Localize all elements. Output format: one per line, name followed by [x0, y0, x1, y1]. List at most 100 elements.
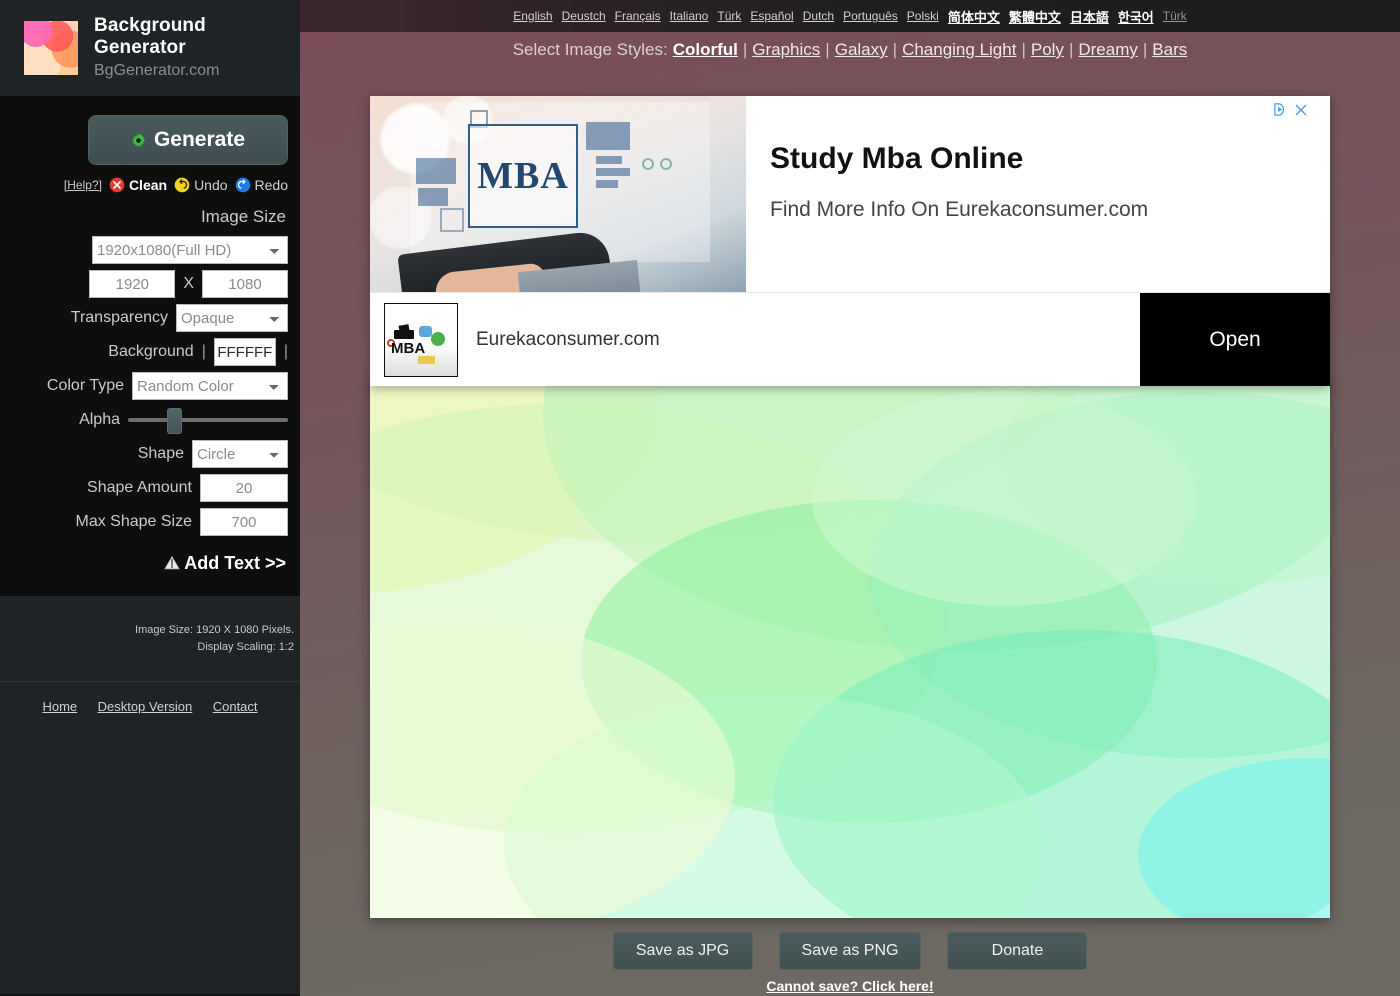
style-separator: |: [825, 40, 830, 59]
transparency-label: Transparency: [70, 309, 168, 326]
ad-headline: Study Mba Online: [770, 142, 1024, 175]
style-link-bars[interactable]: Bars: [1152, 40, 1187, 59]
style-link-changing-light[interactable]: Changing Light: [902, 40, 1016, 59]
language-link-2[interactable]: Français: [615, 9, 661, 23]
width-input[interactable]: [89, 270, 176, 298]
undo-arrow-icon: [174, 177, 190, 193]
style-separator: |: [1068, 40, 1074, 59]
controls-panel: Generate [Help?] Clean Undo Redo Image S…: [0, 96, 300, 596]
image-styles-bar: Select Image Styles: Colorful | Graphics | G…: [300, 32, 1400, 68]
ad-top-section: MBA Study Mba Online Find More Info On E…: [370, 96, 1330, 292]
redo-arrow-icon: [235, 177, 250, 193]
clean-button[interactable]: Clean: [109, 177, 167, 193]
brand-header: Background Generator BgGenerator.com: [0, 0, 300, 96]
language-link-3[interactable]: Italiano: [670, 9, 709, 23]
sidebar-filler: [0, 734, 300, 994]
ad-creative-image: MBA: [370, 96, 746, 292]
ad-advertiser: MBA Eurekaconsumer.com: [370, 293, 1140, 386]
brand-subtitle: BgGenerator.com: [94, 62, 220, 80]
language-link-12[interactable]: 한국어: [1118, 7, 1154, 26]
language-switcher: English Deustch Français Italiano Türk Españo…: [300, 0, 1400, 32]
height-input[interactable]: [202, 270, 288, 298]
language-link-9[interactable]: 简体中文: [948, 7, 1000, 26]
language-link-7[interactable]: Português: [843, 9, 898, 23]
page-title: Background Generator: [94, 15, 206, 59]
generate-button[interactable]: Generate: [88, 115, 288, 165]
language-link-0[interactable]: English: [513, 9, 552, 23]
generated-image-canvas[interactable]: [370, 378, 1330, 918]
color-type-select[interactable]: Random Color: [132, 372, 288, 400]
style-link-graphics[interactable]: Graphics: [752, 40, 820, 59]
ad-open-button[interactable]: Open: [1140, 293, 1330, 386]
donate-button[interactable]: Donate: [947, 932, 1088, 970]
save-buttons-bar: Save as JPG Save as PNG Donate: [300, 932, 1400, 970]
style-link-galaxy[interactable]: Galaxy: [835, 40, 888, 59]
cannot-save-link[interactable]: Cannot save? Click here!: [766, 978, 933, 994]
image-info-size: Image Size: 1920 X 1080 Pixels.: [135, 624, 294, 636]
footer-link-contact[interactable]: Contact: [213, 699, 258, 714]
redo-button[interactable]: Redo: [235, 177, 288, 193]
language-link-1[interactable]: Deustch: [562, 9, 606, 23]
shape-amount-input[interactable]: [200, 474, 288, 502]
size-preset-select[interactable]: 1920x1080(Full HD): [92, 236, 288, 264]
add-text-row: Add Text >>: [8, 539, 292, 580]
advertisement[interactable]: MBA Study Mba Online Find More Info On E…: [370, 96, 1330, 386]
color-type-row: Color Type Random Color: [8, 369, 292, 403]
style-link-poly[interactable]: Poly: [1031, 40, 1064, 59]
alpha-row: Alpha: [8, 403, 292, 437]
save-as-png-button[interactable]: Save as PNG: [778, 932, 922, 970]
language-link-11[interactable]: 日本語: [1070, 7, 1109, 26]
save-as-jpg-button[interactable]: Save as JPG: [612, 932, 753, 970]
red-x-circle-icon: [109, 177, 125, 193]
size-preset-row: 1920x1080(Full HD): [8, 233, 292, 267]
help-link[interactable]: [Help?]: [64, 178, 102, 192]
transparency-select[interactable]: Opaque: [176, 304, 288, 332]
language-link-4[interactable]: Türk: [717, 9, 741, 23]
ad-advertiser-domain: Eurekaconsumer.com: [476, 328, 660, 350]
language-link-10[interactable]: 繁體中文: [1009, 7, 1061, 26]
shape-label: Shape: [137, 445, 184, 462]
undo-button[interactable]: Undo: [174, 177, 228, 193]
max-shape-size-row: Max Shape Size: [8, 505, 292, 539]
alpha-slider-thumb[interactable]: [167, 408, 183, 434]
ad-favicon-text: MBA: [391, 339, 426, 357]
ad-choices-controls[interactable]: [1273, 102, 1308, 117]
shape-amount-row: Shape Amount: [8, 471, 292, 505]
ad-mba-badge: MBA: [468, 124, 578, 228]
add-text-link[interactable]: Add Text >>: [164, 553, 286, 573]
style-link-dreamy[interactable]: Dreamy: [1078, 40, 1138, 59]
ad-favicon-icon: MBA: [384, 302, 458, 377]
alpha-slider[interactable]: [128, 406, 288, 434]
style-link-colorful[interactable]: Colorful: [673, 40, 738, 59]
generated-thumbnail-icon: [24, 21, 78, 75]
language-link-13[interactable]: Türk: [1163, 9, 1187, 23]
style-separator: |: [892, 40, 898, 59]
image-styles-list: Colorful | Graphics | Galaxy | Changing Light |…: [673, 40, 1188, 60]
image-styles-label: Select Image Styles:: [512, 40, 668, 59]
add-text-label: Add Text >>: [184, 553, 286, 573]
image-size-heading: Image Size: [200, 207, 286, 226]
close-x-icon[interactable]: [1294, 103, 1308, 117]
adchoices-icon[interactable]: [1273, 102, 1288, 117]
cannot-save-row: Cannot save? Click here!: [300, 978, 1400, 996]
image-info-scaling: Display Scaling: 1:2: [197, 640, 294, 653]
background-color-input[interactable]: [213, 338, 276, 366]
style-separator: |: [1021, 40, 1026, 59]
language-link-6[interactable]: Dutch: [803, 9, 834, 23]
language-link-5[interactable]: Español: [750, 9, 793, 23]
page-root: Background Generator BgGenerator.com Gen…: [0, 0, 1400, 996]
gear-icon: [131, 132, 146, 148]
language-link-8[interactable]: Polski: [907, 9, 939, 23]
alpha-label: Alpha: [79, 411, 120, 428]
dimension-separator: X: [183, 275, 194, 292]
transparency-row: Transparency Opaque: [8, 301, 292, 335]
undo-label: Undo: [194, 177, 228, 193]
background-label: Background: [108, 343, 194, 360]
footer-link-desktop-version[interactable]: Desktop Version: [98, 699, 193, 714]
style-separator: |: [1142, 40, 1148, 59]
shape-select[interactable]: Circle: [192, 440, 288, 468]
footer-link-home[interactable]: Home: [42, 699, 77, 714]
background-pipe: |: [201, 343, 206, 360]
max-shape-size-label: Max Shape Size: [75, 513, 192, 530]
max-shape-size-input[interactable]: [200, 508, 288, 536]
